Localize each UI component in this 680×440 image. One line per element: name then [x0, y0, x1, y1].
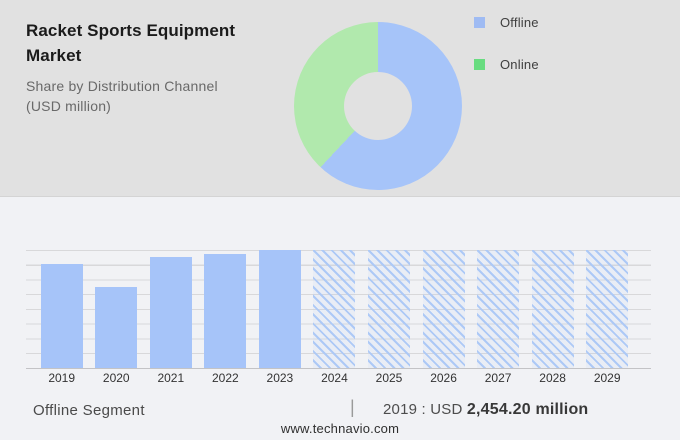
forecast-bar-2027 — [477, 250, 519, 368]
page-title: Racket Sports Equipment Market — [26, 18, 276, 68]
bar-2021 — [150, 257, 192, 368]
legend-item-online: Online — [474, 57, 539, 72]
x-tick-label: 2026 — [417, 371, 471, 385]
x-tick-label: 2019 — [35, 371, 89, 385]
chart-legend: Offline Online — [474, 15, 539, 72]
bar-2020 — [95, 287, 137, 368]
online-swatch-icon — [474, 59, 485, 70]
donut-chart — [294, 22, 462, 190]
legend-item-offline: Offline — [474, 15, 539, 30]
bar-2019 — [41, 264, 83, 368]
bar-2023 — [259, 250, 301, 368]
x-tick-label: 2029 — [580, 371, 634, 385]
summary-section: Racket Sports Equipment Market Share by … — [0, 0, 680, 197]
x-tick-label: 2028 — [526, 371, 580, 385]
forecast-bar-2029 — [586, 250, 628, 368]
bar-chart-section: 2019202020212022202320242025202620272028… — [0, 197, 680, 440]
caption-value: 2019 : USD 2,454.20 million — [383, 401, 588, 419]
x-tick-label: 2025 — [362, 371, 416, 385]
caption-separator: | — [350, 397, 355, 418]
offline-swatch-icon — [474, 17, 485, 28]
legend-label: Offline — [500, 15, 539, 30]
forecast-bar-2026 — [423, 250, 465, 368]
donut-hole — [344, 72, 412, 140]
x-tick-label: 2021 — [144, 371, 198, 385]
website-text: www.technavio.com — [0, 421, 680, 436]
x-tick-label: 2022 — [198, 371, 252, 385]
x-tick-label: 2024 — [307, 371, 361, 385]
forecast-bar-2025 — [368, 250, 410, 368]
page-subtitle: Share by Distribution Channel (USD milli… — [26, 76, 246, 116]
bar-chart-plot — [26, 250, 651, 369]
x-tick-label: 2027 — [471, 371, 525, 385]
caption-value-prefix: 2019 : USD — [383, 401, 463, 418]
title-block: Racket Sports Equipment Market Share by … — [26, 18, 276, 116]
x-tick-label: 2020 — [89, 371, 143, 385]
infographic-page: Racket Sports Equipment Market Share by … — [0, 0, 680, 440]
forecast-bar-2024 — [313, 250, 355, 368]
caption-value-bold: 2,454.20 million — [467, 401, 588, 418]
bar-2022 — [204, 254, 246, 368]
x-axis-labels: 2019202020212022202320242025202620272028… — [26, 371, 651, 387]
legend-label: Online — [500, 57, 539, 72]
segment-label: Offline Segment — [33, 402, 145, 419]
forecast-bar-2028 — [532, 250, 574, 368]
x-tick-label: 2023 — [253, 371, 307, 385]
